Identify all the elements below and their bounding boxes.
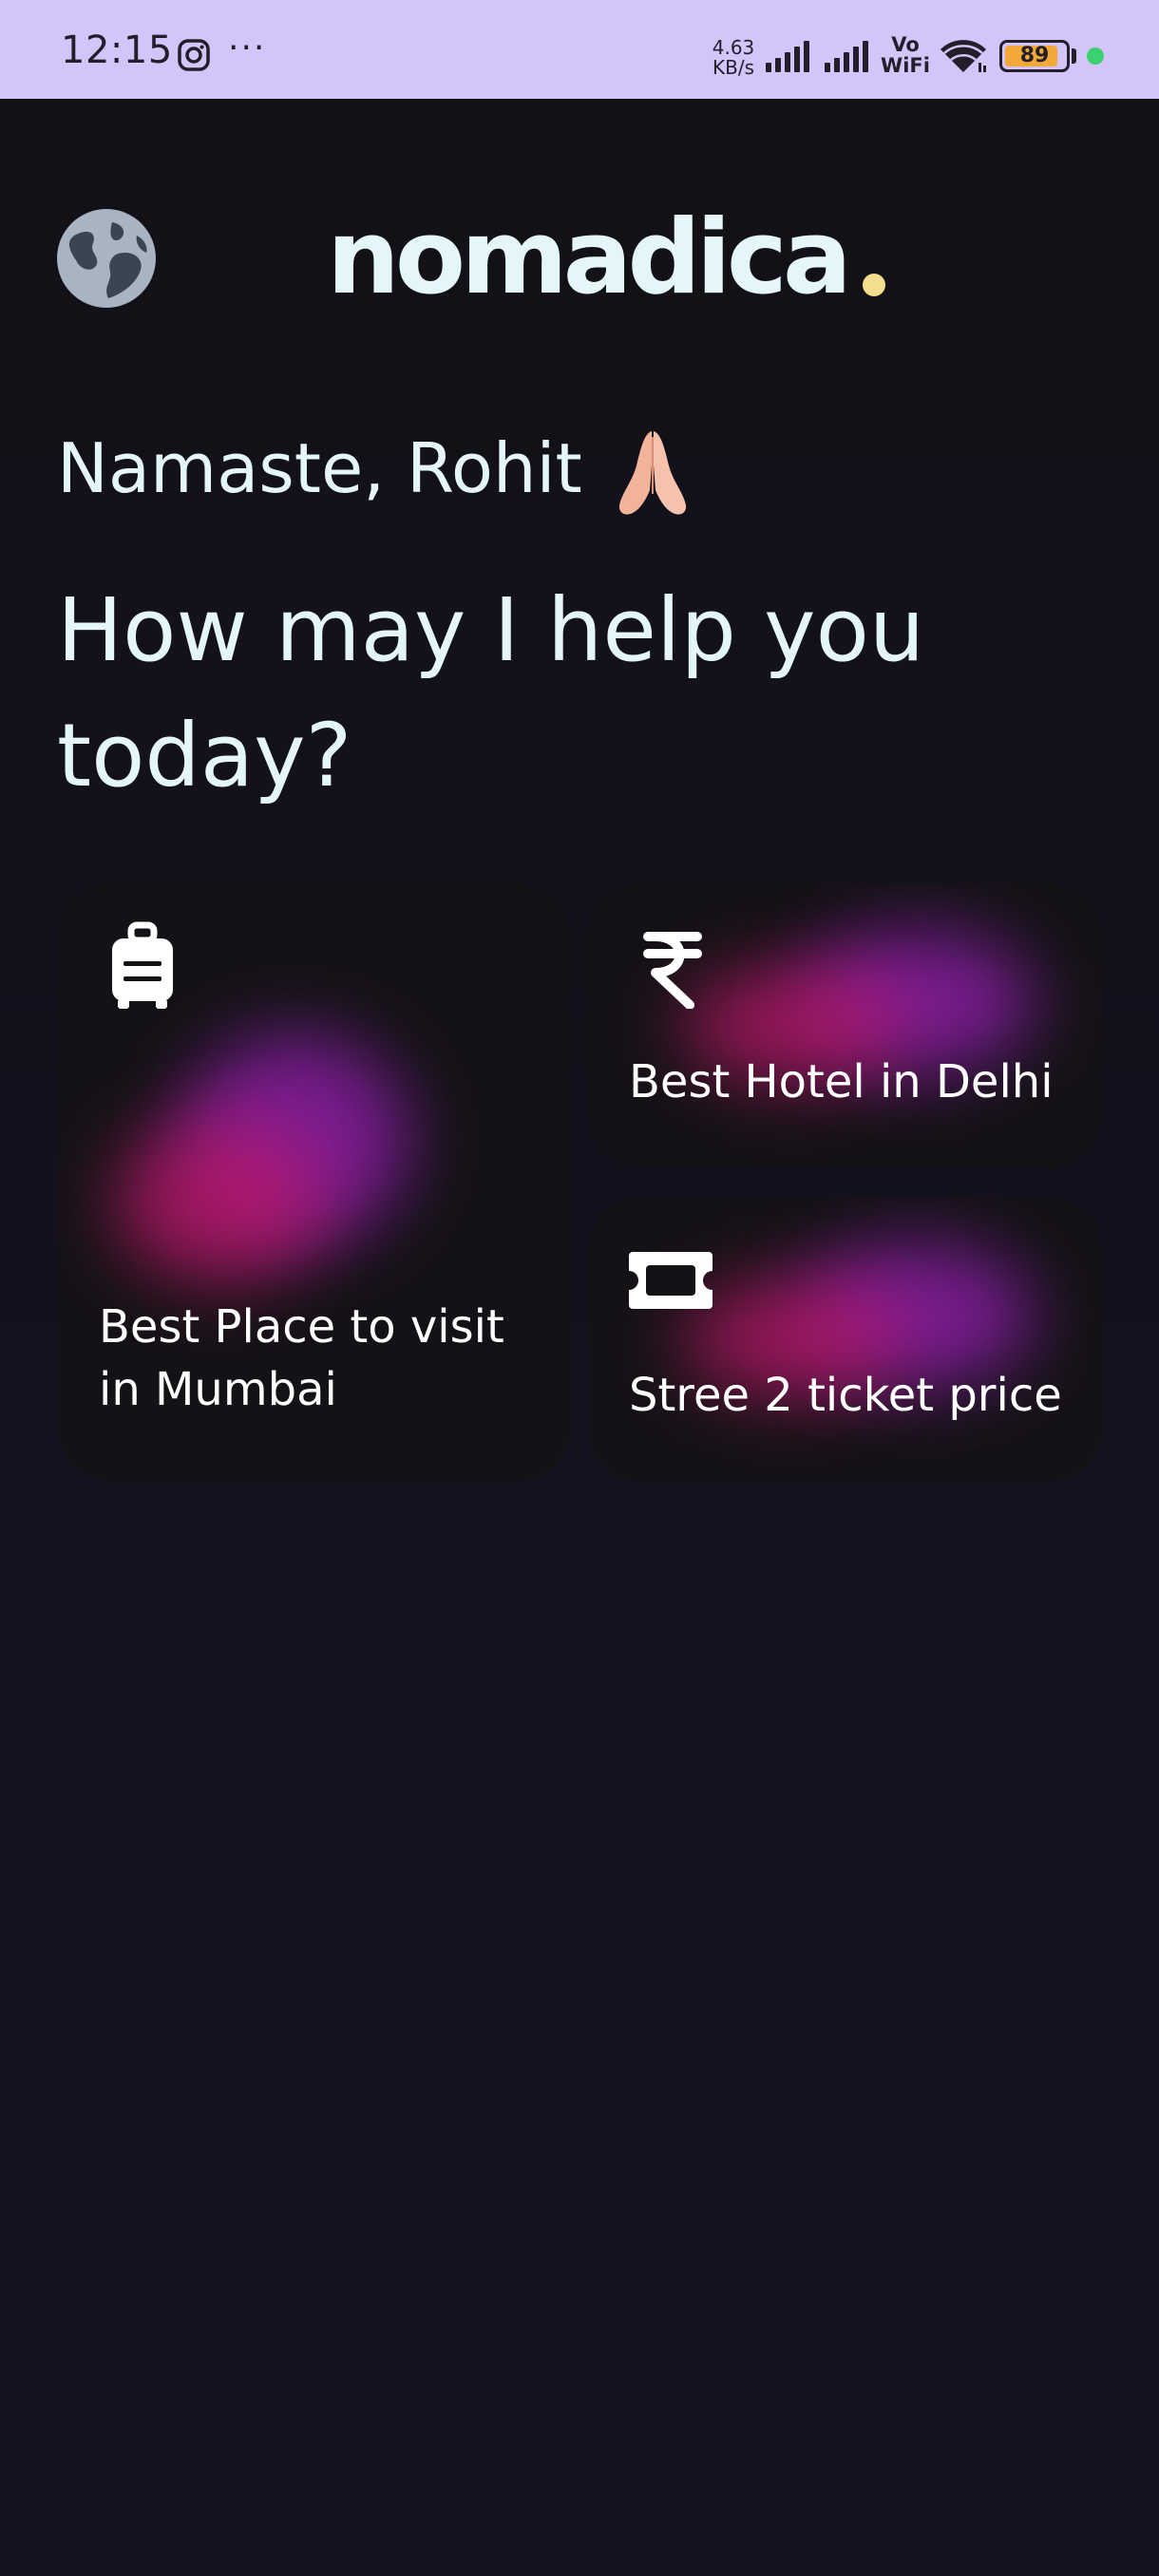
status-time: 12:15 [61, 28, 173, 72]
greeting-text: Namaste, Rohit [57, 428, 582, 508]
signal-icon [766, 41, 809, 72]
battery-icon: 89 [999, 40, 1070, 72]
battery-cap [1072, 48, 1076, 64]
wifi-icon [940, 40, 986, 72]
card-label: Best Hotel in Delhi [629, 1055, 1054, 1108]
suggestion-card-delhi[interactable]: Best Hotel in Delhi [587, 883, 1102, 1168]
network-speed: 4.63 KB/s [705, 38, 762, 78]
instagram-icon [178, 39, 210, 71]
logo-dot [863, 274, 885, 296]
rupee-icon [643, 932, 702, 1009]
card-label: Stree 2 ticket price [629, 1369, 1062, 1422]
suggestion-card-mumbai[interactable]: Best Place to visit in Mumbai [57, 883, 570, 1482]
folded-hands-icon [618, 431, 687, 515]
vowifi-line2: WiFi [881, 54, 930, 77]
ticket-icon [629, 1252, 712, 1309]
more-notifications-icon: ··· [228, 28, 267, 67]
headline: How may I help you today? [57, 579, 925, 806]
card-label: Best Place to visit in Mumbai [99, 1300, 504, 1416]
privacy-indicator-dot [1087, 47, 1104, 65]
luggage-icon [112, 921, 173, 1009]
vowifi-line1: Vo [891, 33, 920, 56]
app-logo: nomadica [327, 199, 852, 317]
card-glow [114, 1121, 323, 1282]
suggestion-card-ticket[interactable]: Stree 2 ticket price [587, 1197, 1102, 1482]
vowifi-indicator: Vo WiFi [880, 34, 931, 76]
status-bar: 12:15 ··· 4.63 KB/s Vo WiFi 89 [0, 0, 1159, 99]
network-speed-value: 4.63 [712, 36, 755, 59]
signal-icon-2 [825, 41, 868, 72]
network-speed-unit: KB/s [712, 56, 754, 79]
battery-percent: 89 [1019, 44, 1050, 67]
globe-icon[interactable] [55, 207, 158, 310]
app-screen: 12:15 ··· 4.63 KB/s Vo WiFi 89 nomadica … [0, 0, 1159, 2576]
